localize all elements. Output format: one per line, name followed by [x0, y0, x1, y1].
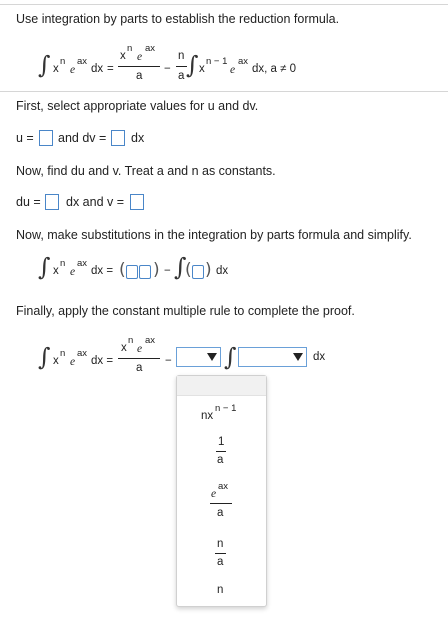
integral-sign: ∫	[38, 51, 51, 79]
integral-sign-2: ∫	[186, 51, 199, 79]
du-input[interactable]	[45, 194, 59, 210]
step3-rparen: )	[153, 260, 160, 280]
top-rule	[0, 4, 448, 5]
du-label: du =	[16, 195, 41, 209]
step4-den: a	[136, 362, 143, 374]
step3-dx: dx	[216, 265, 229, 277]
formula-eq: =	[107, 63, 114, 75]
frac1-bar	[118, 66, 160, 67]
option-num-sup: ax	[218, 481, 229, 492]
step4-num-x: x	[121, 342, 127, 354]
step3-e: e	[70, 266, 76, 278]
formula-ax: ax	[77, 56, 88, 67]
dx-and-v-label: dx and v =	[66, 195, 125, 209]
step2-text: Now, find du and v. Treat a and n as con…	[16, 164, 276, 178]
step3-minus: −	[164, 265, 171, 277]
option-den: a	[217, 507, 224, 519]
chevron-down-icon	[293, 353, 303, 361]
step4-num-e: e	[137, 343, 143, 355]
step3-n: n	[60, 258, 66, 269]
step3-integral: ∫	[38, 253, 51, 281]
formula-n-minus-1: n − 1	[206, 56, 228, 67]
dropdown-option[interactable]: nx n − 1	[177, 400, 266, 428]
option-den: a	[217, 454, 224, 466]
formula-minus: −	[164, 63, 171, 75]
step4-num-n: n	[128, 335, 134, 346]
dropdown-option[interactable]: n a	[177, 536, 266, 572]
step3-box2[interactable]	[139, 265, 151, 279]
option-frac-bar	[210, 503, 232, 504]
step3-text: Now, make substitutions in the integrati…	[16, 228, 412, 242]
frac1-den: a	[136, 70, 143, 82]
dropdown-option[interactable]: 1 a	[177, 434, 266, 470]
step4-num-ax: ax	[145, 335, 156, 346]
step3-dx-eq: dx =	[91, 265, 114, 277]
frac1-num-e: e	[137, 51, 143, 63]
step4-ax: ax	[77, 348, 88, 359]
u-label: u =	[16, 131, 34, 145]
frac2-den: a	[178, 70, 185, 82]
formula-x2: x	[199, 63, 205, 75]
formula-e2: e	[230, 64, 236, 76]
frac1-num-ax: ax	[145, 43, 156, 54]
dropdown-menu-header	[177, 376, 266, 396]
option-frac-bar	[216, 451, 226, 452]
chevron-down-icon	[207, 353, 217, 361]
formula-dx: dx	[91, 63, 104, 75]
step4-e: e	[70, 356, 76, 368]
step4-n: n	[60, 348, 66, 359]
dv-input[interactable]	[111, 130, 125, 146]
step4-minus: −	[165, 355, 172, 367]
step1-text: First, select appropriate values for u a…	[16, 99, 259, 113]
step4-integral: ∫	[38, 343, 51, 371]
step3-lparen: (	[119, 260, 126, 280]
step3-x: x	[53, 265, 59, 277]
integrand-dropdown[interactable]	[238, 347, 307, 367]
step3-box3[interactable]	[192, 265, 204, 279]
option-num: 1	[218, 436, 225, 448]
step4-dx-eq: dx =	[91, 355, 114, 367]
dropdown-option[interactable]: n	[177, 580, 266, 602]
formula-n: n	[60, 56, 66, 67]
option-base: nx	[201, 410, 214, 422]
dropdown-option[interactable]: e ax a	[177, 480, 266, 524]
frac2-num: n	[178, 50, 185, 62]
option-num: n	[217, 538, 224, 550]
formula-ax2: ax	[238, 56, 249, 67]
step3-rparen-2: )	[205, 260, 212, 280]
step4-x: x	[53, 355, 59, 367]
dv-label: and dv =	[58, 131, 107, 145]
formula-e: e	[70, 64, 76, 76]
step3-ax: ax	[77, 258, 88, 269]
v-input[interactable]	[130, 194, 144, 210]
step3-box1[interactable]	[126, 265, 138, 279]
step4-integral-2: ∫	[224, 343, 237, 371]
option-sup: n − 1	[215, 403, 237, 414]
step4-frac-bar	[118, 358, 160, 359]
instruction-text: Use integration by parts to establish th…	[16, 12, 340, 26]
step3-lparen-2: (	[185, 260, 192, 280]
u-input[interactable]	[39, 130, 53, 146]
dv-dx-label: dx	[131, 131, 145, 145]
option-text: n	[217, 584, 224, 596]
frac1-num-n: n	[127, 43, 133, 54]
formula-tail: dx, a ≠ 0	[252, 63, 297, 75]
option-frac-bar	[215, 553, 226, 554]
option-num-base: e	[211, 488, 217, 500]
option-den: a	[217, 556, 224, 568]
dropdown-menu: nx n − 1 1 a e ax a n a n	[176, 375, 267, 607]
step4-text: Finally, apply the constant multiple rul…	[16, 304, 355, 318]
formula-x: x	[53, 63, 59, 75]
section-rule	[0, 91, 448, 92]
step4-dx: dx	[313, 351, 326, 363]
frac1-num-x: x	[120, 50, 126, 62]
constant-dropdown[interactable]	[176, 347, 221, 367]
